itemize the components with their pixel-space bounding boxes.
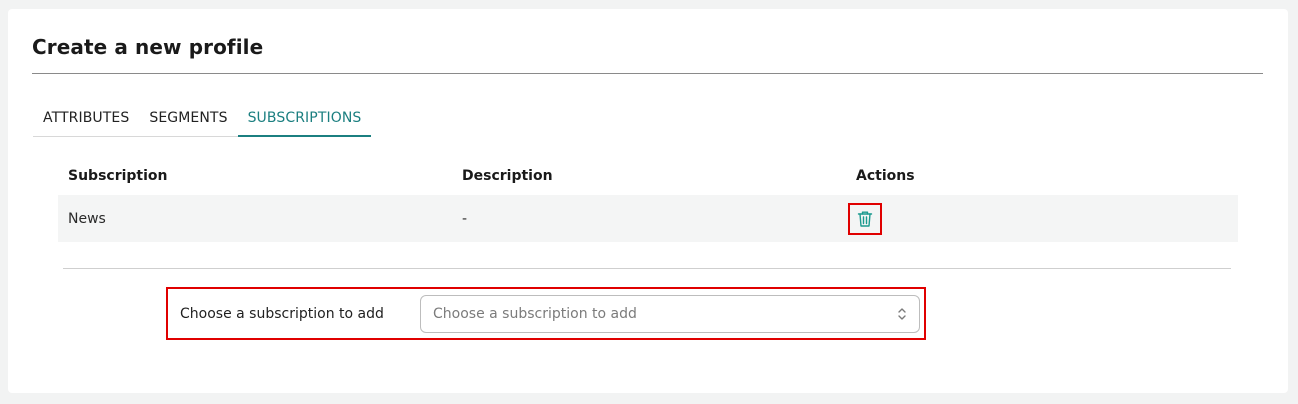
- header-description: Description: [462, 168, 553, 184]
- subscription-select[interactable]: Choose a subscription to add: [420, 294, 920, 333]
- page-title: Create a new profile: [32, 35, 264, 59]
- profile-card: Create a new profile ATTRIBUTES SEGMENTS…: [8, 9, 1288, 393]
- delete-subscription-button[interactable]: [848, 202, 882, 235]
- chevron-up-down-icon: [897, 307, 907, 321]
- tab-attributes[interactable]: ATTRIBUTES: [33, 107, 139, 137]
- trash-icon: [857, 211, 873, 227]
- table-header: Subscription Description Actions: [58, 157, 1238, 195]
- subscriptions-table: Subscription Description Actions News -: [58, 157, 1238, 242]
- title-divider: [32, 73, 1263, 74]
- header-subscription: Subscription: [68, 168, 168, 184]
- table-row: News -: [58, 195, 1238, 242]
- add-subscription-label: Choose a subscription to add: [180, 305, 384, 322]
- cell-description: -: [462, 210, 468, 227]
- tab-subscriptions[interactable]: SUBSCRIPTIONS: [237, 107, 372, 137]
- header-actions: Actions: [856, 168, 915, 184]
- add-subscription-row: Choose a subscription to add Choose a su…: [166, 287, 926, 340]
- cell-actions: [846, 202, 1238, 235]
- tab-bar: ATTRIBUTES SEGMENTS SUBSCRIPTIONS: [33, 107, 372, 137]
- cell-subscription: News: [68, 210, 106, 227]
- subscription-select-placeholder: Choose a subscription to add: [433, 305, 637, 322]
- tab-segments[interactable]: SEGMENTS: [139, 107, 237, 137]
- section-divider: [63, 268, 1231, 269]
